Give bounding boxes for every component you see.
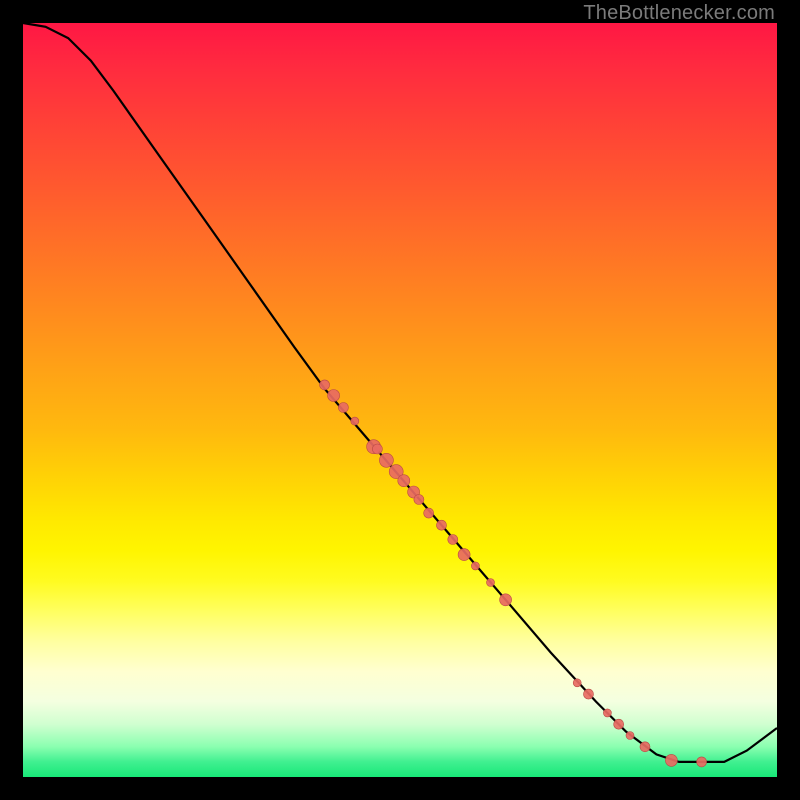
data-point [665,754,677,766]
data-point [603,709,611,717]
chart-overlay-svg [23,23,777,777]
data-point [626,732,634,740]
data-point [351,417,359,425]
data-point [320,380,330,390]
data-point [328,390,340,402]
data-points-group [320,380,707,767]
data-point [379,453,393,467]
data-point [614,719,624,729]
data-point [398,475,410,487]
plot-area [23,23,777,777]
watermark-text: TheBottlenecker.com [583,2,775,25]
data-point [487,579,495,587]
data-point [437,520,447,530]
chart-frame: TheBottlenecker.com [0,0,800,800]
data-point [640,742,650,752]
data-point [338,403,348,413]
data-point [697,757,707,767]
data-point [372,444,382,454]
data-point [424,508,434,518]
data-point [448,535,458,545]
data-point [471,562,479,570]
data-point [414,495,424,505]
data-point [584,689,594,699]
data-point [500,594,512,606]
data-point [458,549,470,561]
bottleneck-curve [23,23,777,762]
data-point [573,679,581,687]
